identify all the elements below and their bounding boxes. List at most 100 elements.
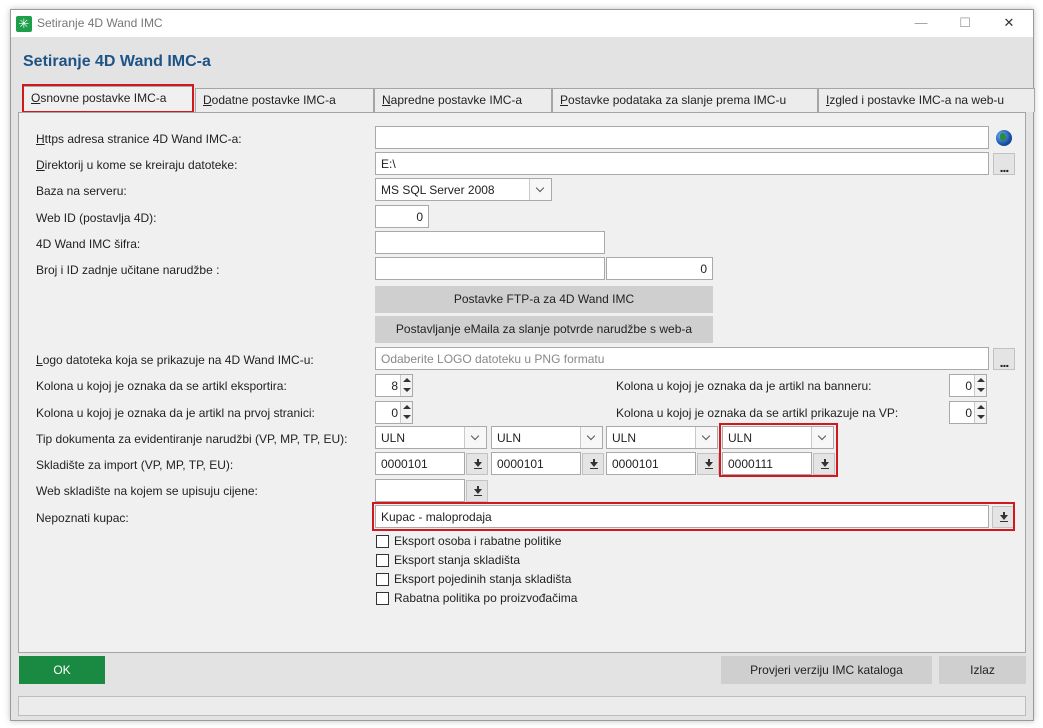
tip-mp-select[interactable]: ULN — [491, 426, 603, 449]
checkbox-box[interactable] — [376, 535, 389, 548]
minimize-button[interactable]: — — [901, 12, 941, 34]
globe-icon[interactable] — [996, 130, 1012, 146]
dir-label-text: irektorij u kome se kreiraju datoteke: — [44, 158, 238, 172]
tab-accel: N — [382, 93, 391, 107]
kolona-vp-value: 0 — [965, 406, 972, 420]
spinner-arrows — [400, 375, 412, 396]
tab-accel: P — [560, 93, 569, 107]
chevron-down-icon[interactable] — [695, 427, 717, 448]
checkbox-label: Eksport stanja skladišta — [394, 553, 521, 567]
skladiste-tp-lookup-button[interactable] — [697, 453, 719, 475]
chevron-down-icon[interactable] — [580, 427, 602, 448]
chevron-down-icon[interactable] — [464, 427, 486, 448]
kupac-highlight — [372, 502, 1015, 531]
download-arrow-icon — [708, 459, 710, 463]
logo-label: Logo datoteka koja se prikazuje na 4D Wa… — [36, 353, 314, 367]
logo-label-text: ogo datoteka koja se prikazuje na 4D Wan… — [42, 353, 314, 367]
spin-up-icon[interactable] — [977, 378, 985, 382]
tip-dokumenta-label: Tip dokumenta za evidentiranje narudžbi … — [36, 432, 348, 446]
skladiste-mp-input[interactable]: 0000101 — [491, 452, 581, 475]
tab-postavke-podataka[interactable]: Postavke podataka za slanje prema IMC-u — [552, 88, 818, 112]
window-title: Setiranje 4D Wand IMC — [37, 16, 163, 30]
tip-vp-select[interactable]: ULN — [375, 426, 487, 449]
web-skladiste-lookup-button[interactable] — [466, 480, 488, 502]
spinner-arrows — [974, 402, 986, 423]
browse-directory-button[interactable]: ... — [993, 153, 1015, 175]
kolona-prva-spinner[interactable]: 0 — [375, 401, 413, 424]
spin-down-icon[interactable] — [403, 388, 411, 392]
ftp-settings-button[interactable]: Postavke FTP-a za 4D Wand IMC — [375, 286, 713, 313]
checkbox-label: Rabatna politika po proizvođačima — [394, 591, 578, 605]
sifra-label: 4D Wand IMC šifra: — [36, 237, 141, 251]
exit-button[interactable]: Izlaz — [939, 656, 1026, 684]
checkbox-box[interactable] — [376, 592, 389, 605]
dialog-window: ✳ Setiranje 4D Wand IMC — ☐ ✕ Setiranje … — [10, 9, 1035, 721]
logo-placeholder: Odaberite LOGO datoteku u PNG formatu — [381, 352, 605, 366]
title-bar: ✳ Setiranje 4D Wand IMC — ☐ ✕ — [11, 10, 1033, 37]
dir-label-accel: D — [36, 158, 45, 172]
kolona-prva-value: 0 — [391, 406, 398, 420]
tip-tp-select[interactable]: ULN — [606, 426, 718, 449]
maximize-button[interactable]: ☐ — [945, 12, 985, 34]
database-select[interactable]: MS SQL Server 2008 — [375, 178, 552, 201]
eu-column-highlight — [719, 423, 838, 477]
spin-down-icon[interactable] — [977, 388, 985, 392]
kolona-eksport-spinner[interactable]: 8 — [375, 374, 413, 397]
https-label-accel: H — [36, 132, 45, 146]
ok-button[interactable]: OK — [19, 656, 105, 684]
download-arrow-icon — [593, 459, 595, 463]
tab-izgled-postavke[interactable]: Izgled i postavke IMC-a na web-u — [818, 88, 1035, 112]
directory-label: Direktorij u kome se kreiraju datoteke: — [36, 158, 237, 172]
broj-label: Broj i ID zadnje učitane narudžbe : — [36, 263, 220, 277]
logo-file-input[interactable]: Odaberite LOGO datoteku u PNG formatu — [375, 347, 989, 370]
email-settings-button[interactable]: Postavljanje eMaila za slanje potvrde na… — [375, 316, 713, 343]
skladiste-vp-lookup-button[interactable] — [466, 453, 488, 475]
check-version-button[interactable]: Provjeri verziju IMC kataloga — [721, 656, 932, 684]
order-id-input[interactable]: 0 — [606, 257, 713, 280]
app-icon: ✳ — [16, 16, 32, 32]
kolona-eksport-value: 8 — [391, 379, 398, 393]
baza-label: Baza na serveru: — [36, 184, 127, 198]
https-label-text: ttps adresa stranice 4D Wand IMC-a: — [44, 132, 242, 146]
spin-up-icon[interactable] — [403, 378, 411, 382]
browse-logo-button[interactable]: ... — [993, 348, 1015, 370]
close-button[interactable]: ✕ — [989, 12, 1029, 34]
kolona-vp-label: Kolona u kojoj je oznaka da se artikl pr… — [616, 406, 899, 420]
checkbox-box[interactable] — [376, 573, 389, 586]
webid-input[interactable]: 0 — [375, 205, 429, 228]
checkbox-box[interactable] — [376, 554, 389, 567]
spinner-arrows — [974, 375, 986, 396]
tip-mp-value: ULN — [497, 431, 522, 445]
skladiste-label: Skladište za import (VP, MP, TP, EU): — [36, 458, 234, 472]
skladiste-vp-input[interactable]: 0000101 — [375, 452, 465, 475]
sifra-input[interactable] — [375, 231, 605, 254]
skladiste-tp-input[interactable]: 0000101 — [606, 452, 696, 475]
tab-napredne-postavke[interactable]: Napredne postavke IMC-a — [374, 88, 552, 112]
download-arrow-icon — [477, 486, 479, 490]
spin-down-icon[interactable] — [403, 415, 411, 419]
kolona-banner-value: 0 — [965, 379, 972, 393]
tip-tp-value: ULN — [612, 431, 637, 445]
tab-dodatne-postavke[interactable]: Dodatne postavke IMC-a — [195, 88, 374, 112]
kolona-vp-spinner[interactable]: 0 — [949, 401, 987, 424]
web-skladiste-label: Web skladište na kojem se upisuju cijene… — [36, 484, 258, 498]
status-bar — [18, 696, 1026, 716]
https-address-input[interactable] — [375, 126, 989, 149]
spin-up-icon[interactable] — [403, 405, 411, 409]
kolona-banner-spinner[interactable]: 0 — [949, 374, 987, 397]
download-arrow-icon — [477, 459, 479, 463]
tab-label: odatne postavke IMC-a — [211, 93, 336, 107]
tab-label: ostavke podataka za slanje prema IMC-u — [568, 93, 787, 107]
spinner-arrows — [400, 402, 412, 423]
active-tab-highlight — [22, 84, 194, 113]
kupac-label: Nepoznati kupac: — [36, 511, 129, 525]
chevron-down-icon[interactable] — [529, 179, 551, 200]
tab-accel: D — [203, 93, 212, 107]
broj-input[interactable] — [375, 257, 605, 280]
skladiste-mp-lookup-button[interactable] — [582, 453, 604, 475]
spin-up-icon[interactable] — [977, 405, 985, 409]
spin-down-icon[interactable] — [977, 415, 985, 419]
directory-input[interactable]: E:\ — [375, 152, 989, 175]
web-skladiste-input[interactable] — [375, 479, 465, 502]
dialog-heading: Setiranje 4D Wand IMC-a — [23, 53, 211, 70]
